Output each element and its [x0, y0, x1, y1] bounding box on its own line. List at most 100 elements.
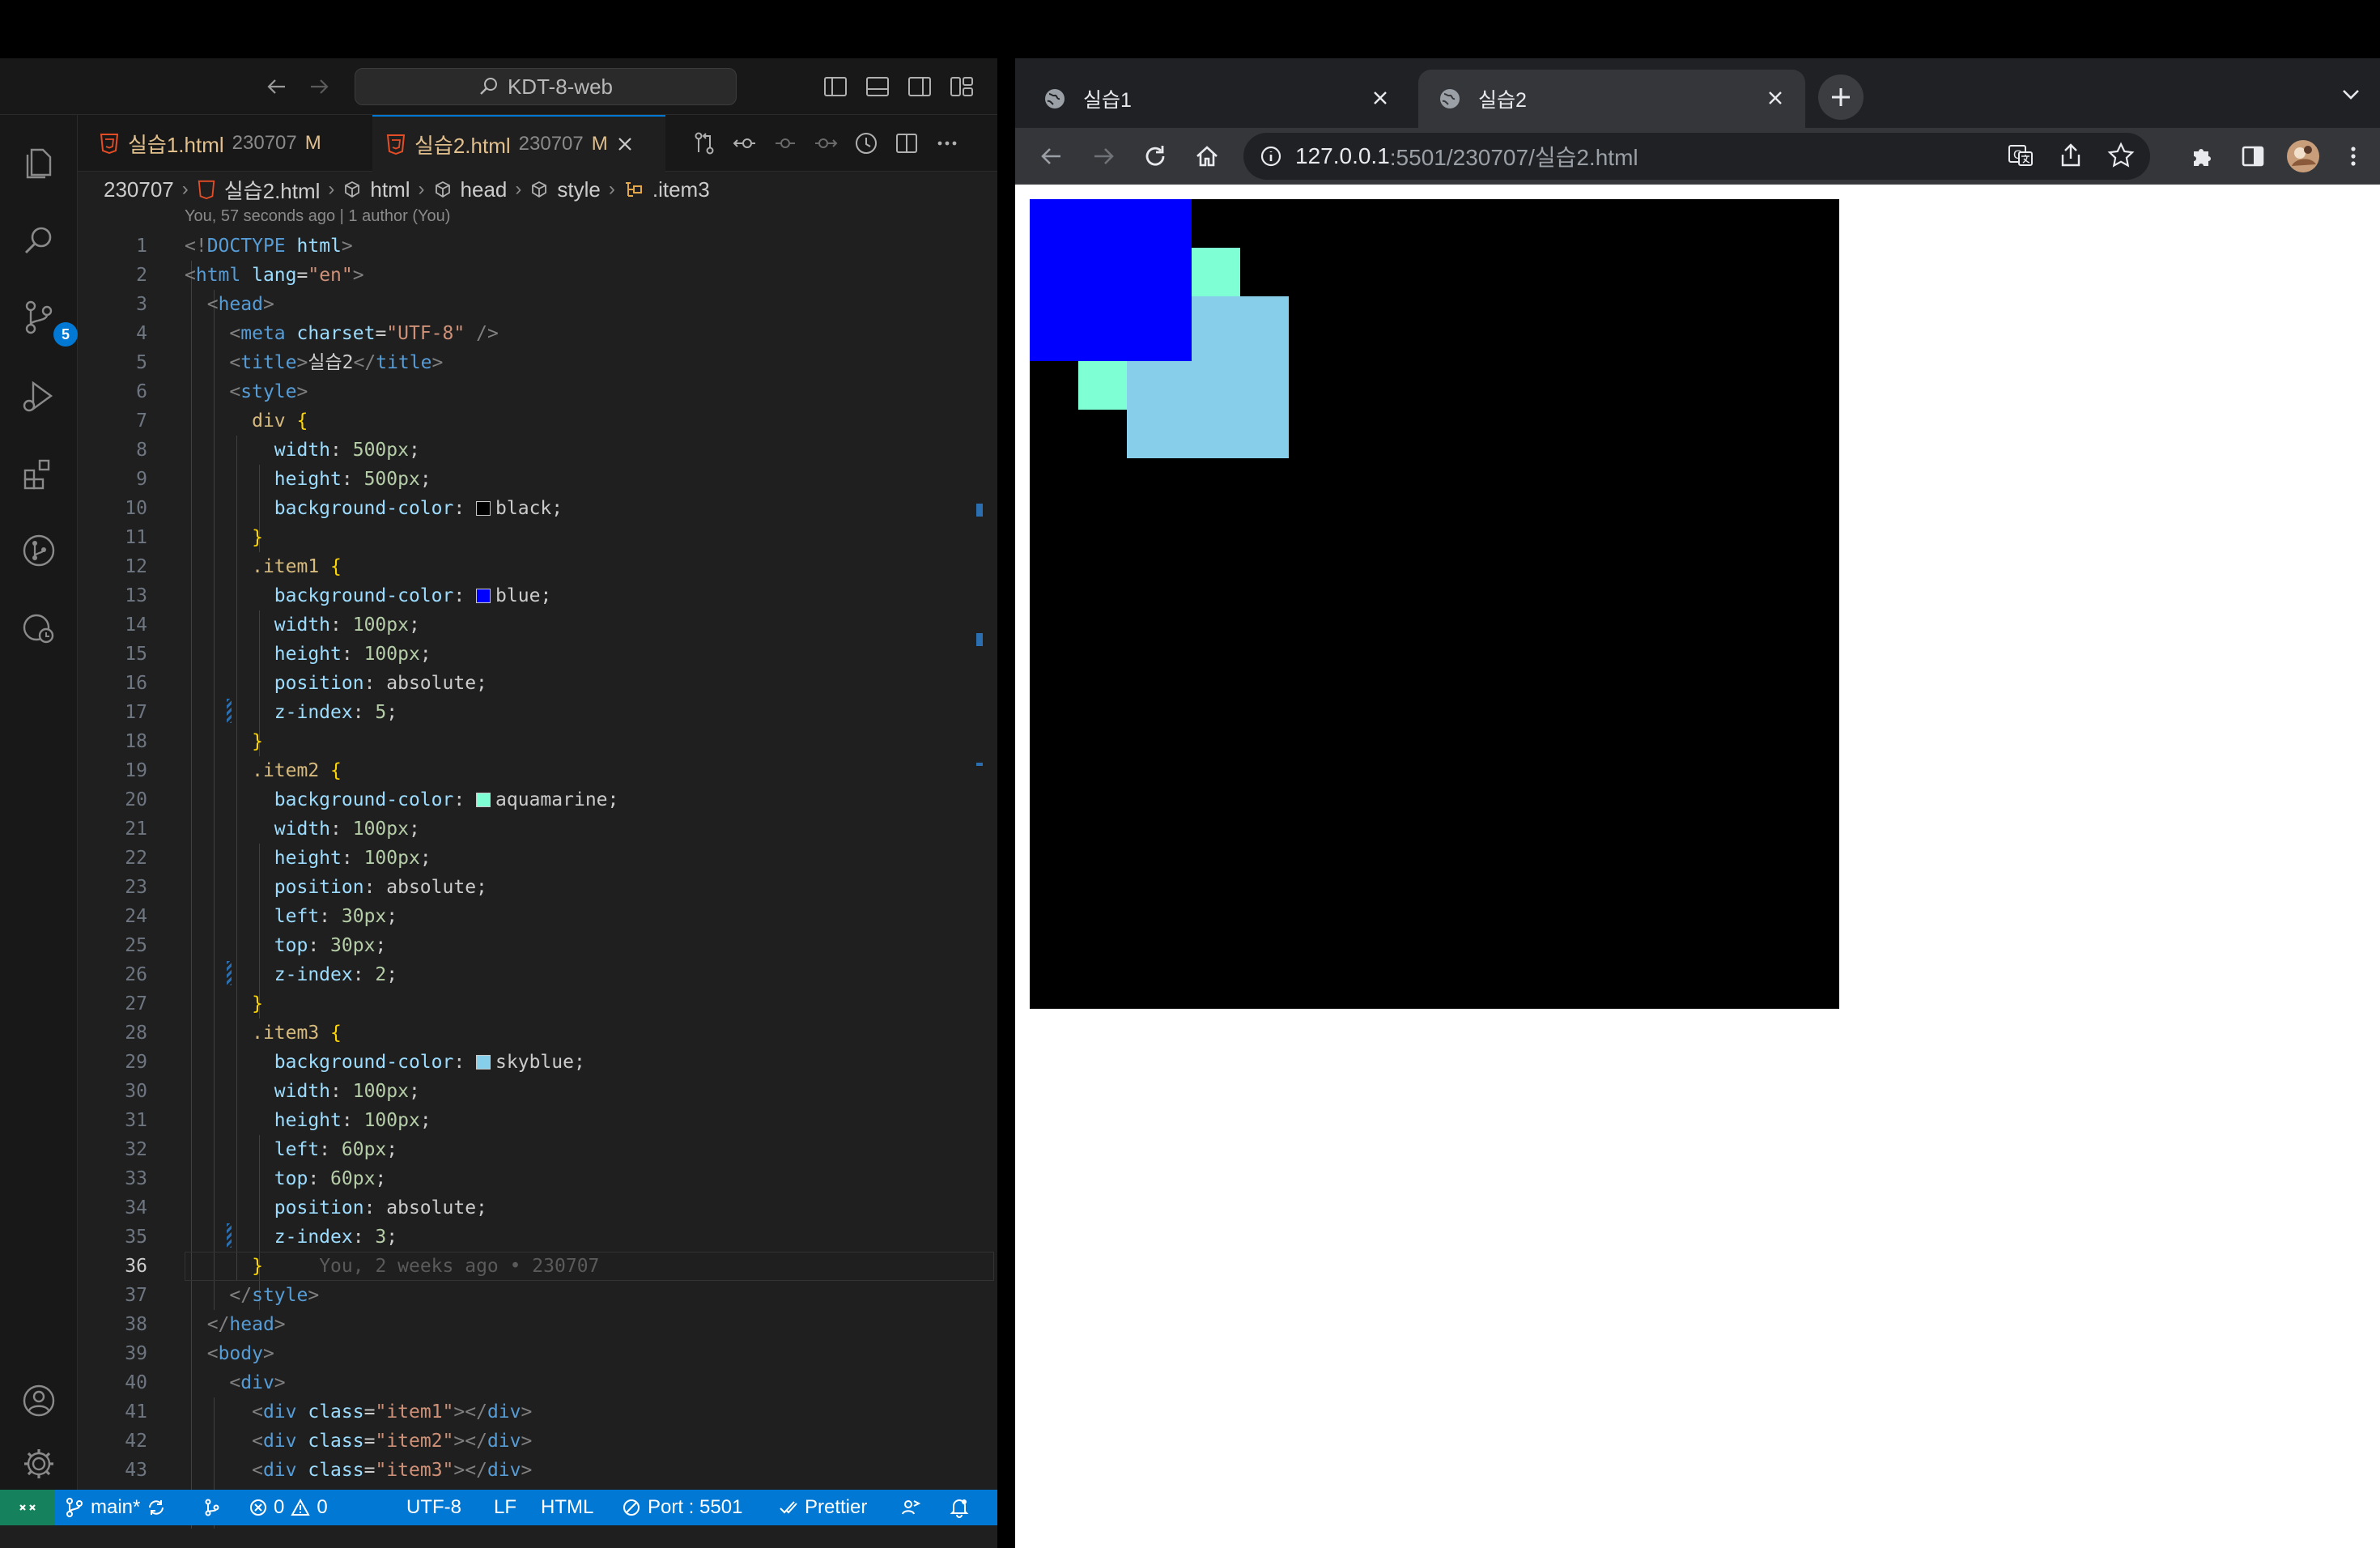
gear-icon[interactable] — [15, 1440, 63, 1488]
browser-tab-title: 실습1 — [1083, 89, 1132, 112]
browser-tab-실습2[interactable]: 실습2 — [1418, 70, 1805, 128]
translate-icon[interactable]: G — [2004, 139, 2037, 172]
code-line: background-color: blue; — [274, 585, 552, 606]
breadcrumb-style[interactable]: style — [557, 177, 600, 202]
toggle-panel-icon[interactable] — [863, 72, 892, 101]
code-line: position: absolute; — [274, 1197, 487, 1218]
code-line: background-color: skyblue; — [274, 1052, 585, 1073]
notifications-bell-icon[interactable] — [949, 1490, 970, 1525]
color-swatch[interactable] — [476, 501, 491, 516]
address-bar[interactable]: 127.0.0.1:5501/230707/실습2.html G — [1243, 133, 2150, 180]
breadcrumb-file[interactable]: 실습2.html — [224, 175, 321, 205]
split-editor-icon[interactable] — [892, 129, 921, 158]
line-number: 42 — [125, 1431, 147, 1452]
tab-modified: M — [591, 133, 608, 155]
home-icon[interactable] — [1188, 138, 1226, 175]
code-line: </style> — [229, 1285, 320, 1306]
breadcrumb-folder[interactable]: 230707 — [104, 177, 174, 202]
line-number: 26 — [125, 964, 147, 985]
remote-indicator[interactable] — [0, 1490, 55, 1525]
back-arrow-icon[interactable] — [1033, 138, 1070, 175]
color-swatch[interactable] — [476, 589, 491, 603]
element-cube-icon — [532, 181, 547, 198]
close-icon[interactable] — [616, 135, 634, 153]
run-debug-icon[interactable] — [15, 372, 63, 421]
breadcrumb-html[interactable]: html — [370, 177, 410, 202]
code-line: z-index: 2; — [274, 964, 398, 985]
back-arrow-icon[interactable] — [262, 72, 291, 101]
source-control-badge: 5 — [53, 322, 78, 347]
bookmark-star-icon[interactable] — [2106, 141, 2136, 170]
breadcrumb-head[interactable]: head — [461, 177, 508, 202]
element-cube-icon — [345, 181, 360, 198]
new-tab-button[interactable] — [1818, 74, 1864, 120]
source-control-icon[interactable]: 5 — [15, 293, 78, 347]
close-icon[interactable] — [1370, 87, 1391, 108]
sync-icon[interactable] — [147, 1498, 166, 1517]
tab-실습1[interactable]: 실습1.html 230707 M — [86, 115, 361, 172]
code-line: z-index: 5; — [274, 702, 398, 723]
color-swatch[interactable] — [476, 793, 491, 807]
chevron-right-icon: › — [418, 178, 425, 200]
chevron-right-icon: › — [515, 178, 522, 200]
line-number: 30 — [125, 1081, 147, 1102]
line-number: 27 — [125, 993, 147, 1014]
code-line: <div class="item1"></div> — [252, 1401, 533, 1423]
search-icon[interactable] — [15, 217, 63, 266]
line-number: 24 — [125, 906, 147, 927]
line-number: 3 — [136, 294, 147, 315]
line-number: 21 — [125, 819, 147, 840]
forward-arrow-icon[interactable] — [1085, 138, 1122, 175]
live-server-port[interactable]: Port : 5501 — [622, 1490, 742, 1525]
extensions-icon[interactable] — [15, 450, 63, 499]
browser-toolbar: 127.0.0.1:5501/230707/실습2.html G — [1015, 128, 2380, 185]
reload-icon[interactable] — [1137, 138, 1174, 175]
git-graph-status[interactable] — [202, 1490, 222, 1525]
toggle-primary-sidebar-icon[interactable] — [821, 72, 850, 101]
close-icon[interactable] — [1765, 87, 1786, 108]
next-change-icon[interactable] — [811, 129, 840, 158]
prettier-indicator[interactable]: Prettier — [779, 1490, 867, 1525]
line-number: 25 — [125, 935, 147, 956]
code-line: } — [252, 527, 263, 548]
compare-changes-icon[interactable] — [690, 129, 719, 158]
previous-change-icon[interactable] — [730, 129, 759, 158]
forward-arrow-icon[interactable] — [304, 72, 334, 101]
blame-codelens[interactable]: You, 57 seconds ago | 1 author (You) — [185, 207, 450, 232]
toggle-secondary-sidebar-icon[interactable] — [905, 72, 934, 101]
side-panel-icon[interactable] — [2234, 138, 2272, 175]
share-icon[interactable] — [2056, 141, 2085, 170]
remote-explorer-icon[interactable] — [15, 604, 63, 653]
branch-indicator[interactable]: main* — [65, 1490, 166, 1525]
command-center-search[interactable]: KDT-8-web — [355, 68, 737, 105]
timeline-icon[interactable] — [852, 129, 881, 158]
site-info-icon[interactable] — [1260, 145, 1282, 168]
customize-layout-icon[interactable] — [947, 72, 976, 101]
language-mode[interactable]: HTML — [541, 1490, 593, 1525]
workspace-name: KDT-8-web — [507, 74, 614, 99]
encoding-indicator[interactable]: UTF-8 — [406, 1490, 461, 1525]
open-changes-icon[interactable] — [771, 129, 800, 158]
broadcast-icon — [623, 1499, 640, 1516]
code-line: <div> — [229, 1372, 286, 1393]
tab-dir: 230707 — [518, 133, 584, 155]
accounts-icon[interactable] — [15, 1376, 63, 1425]
code-line: height: 100px; — [274, 1110, 431, 1131]
extensions-puzzle-icon[interactable] — [2184, 138, 2221, 175]
eol-indicator[interactable]: LF — [494, 1490, 516, 1525]
tab-실습2[interactable]: 실습2.html 230707 M — [372, 115, 665, 172]
code-editor[interactable]: 1 2 3 4 5 6 7 8 9 10 11 12 13 14 15 16 17 18 19 20 21 22 23 24 2… — [78, 232, 997, 1529]
problems-indicator[interactable]: 0 0 — [249, 1490, 328, 1525]
breadcrumb-selector[interactable]: .item3 — [652, 177, 710, 202]
avatar[interactable] — [2284, 138, 2322, 175]
tab-search-chevron-icon[interactable] — [2340, 84, 2362, 104]
color-swatch[interactable] — [476, 1055, 491, 1070]
more-actions-icon[interactable] — [933, 129, 962, 158]
live-share-icon[interactable] — [900, 1490, 921, 1525]
explorer-icon[interactable] — [15, 139, 63, 188]
overview-change-mark — [976, 763, 983, 766]
git-graph-icon[interactable] — [15, 526, 63, 575]
code-line: left: 30px; — [274, 906, 398, 927]
kebab-menu-icon[interactable] — [2335, 138, 2372, 175]
browser-tab-실습1[interactable]: 실습1 — [1023, 70, 1410, 128]
